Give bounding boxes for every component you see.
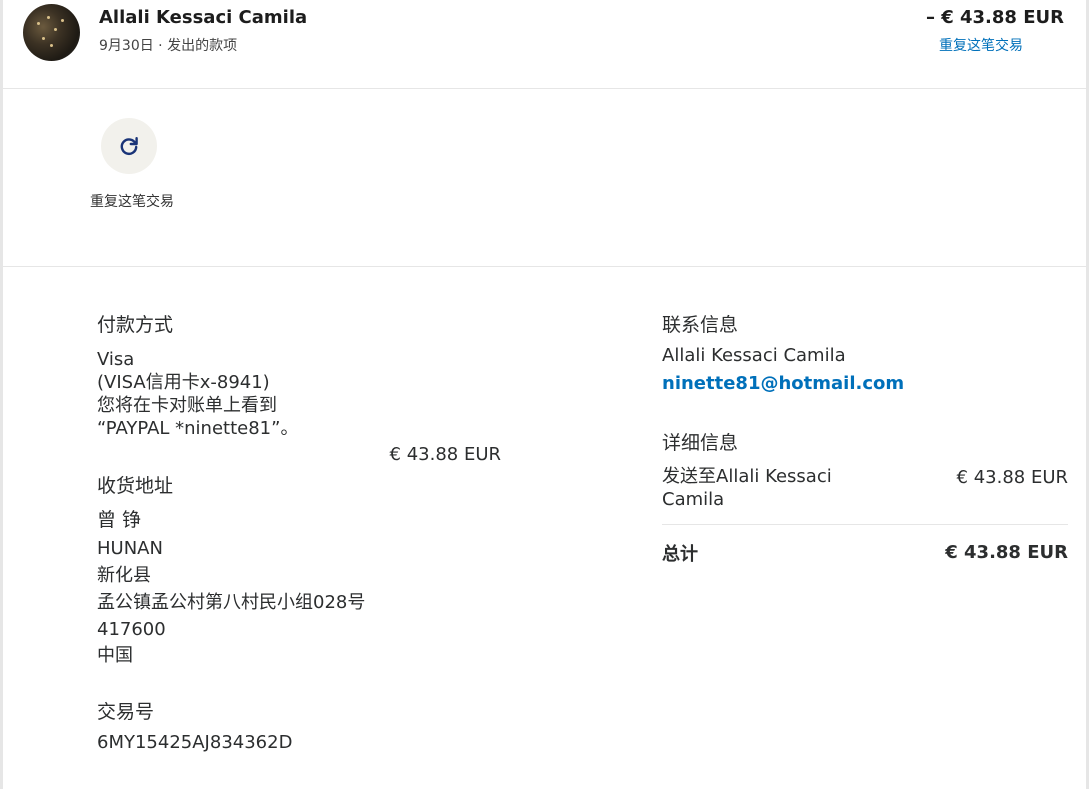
total-amount: € 43.88 EUR [945, 542, 1068, 563]
transaction-id-title: 交易号 [97, 701, 155, 723]
details-line-label-2: Camila [662, 489, 725, 510]
statement-note-line2: “PAYPAL *ninette81”。 [97, 418, 299, 439]
address-street: 孟公镇孟公村第八村民小组028号 [97, 592, 366, 613]
transaction-date-type: 9月30日 · 发出的款项 [99, 38, 238, 54]
payment-amount: € 43.88 EUR [389, 444, 501, 465]
card-name: Visa [97, 349, 135, 370]
total-label: 总计 [662, 544, 698, 565]
shipping-address-title: 收货地址 [97, 475, 174, 497]
payment-method-title: 付款方式 [97, 314, 174, 336]
details-line-amount: € 43.88 EUR [956, 467, 1068, 488]
repeat-transaction-label[interactable]: 重复这笔交易 [87, 191, 177, 214]
repeat-transaction-link[interactable]: 重复这笔交易 [939, 35, 1023, 55]
refresh-icon [120, 137, 138, 156]
contact-info-title: 联系信息 [662, 314, 739, 336]
details-divider [662, 524, 1068, 525]
transaction-amount: – € 43.88 EUR [925, 7, 1064, 28]
statement-note-line1: 您将在卡对账单上看到 [97, 395, 277, 416]
counterparty-name: Allali Kessaci Camila [99, 7, 308, 28]
address-county: 新化县 [97, 565, 151, 586]
actions-section: 重复这笔交易 [3, 89, 1086, 267]
transaction-id: 6MY15425AJ834362D [97, 732, 293, 753]
transaction-header: Allali Kessaci Camila 9月30日 · 发出的款项 – € … [3, 0, 1086, 89]
transaction-detail-panel: Allali Kessaci Camila 9月30日 · 发出的款项 – € … [0, 0, 1089, 789]
card-detail: (VISA信用卡x-8941) [97, 372, 270, 393]
contact-name: Allali Kessaci Camila [662, 345, 846, 366]
address-country: 中国 [97, 645, 133, 666]
repeat-transaction-button[interactable] [101, 118, 157, 174]
details-line-label-1: 发送至Allali Kessaci [662, 466, 832, 487]
details-title: 详细信息 [662, 432, 739, 454]
address-province: HUNAN [97, 538, 163, 559]
contact-email-link[interactable]: ninette81@hotmail.com [662, 373, 904, 394]
shipping-recipient: 曾 铮 [97, 509, 142, 531]
address-postcode: 417600 [97, 619, 166, 640]
avatar [23, 4, 80, 61]
